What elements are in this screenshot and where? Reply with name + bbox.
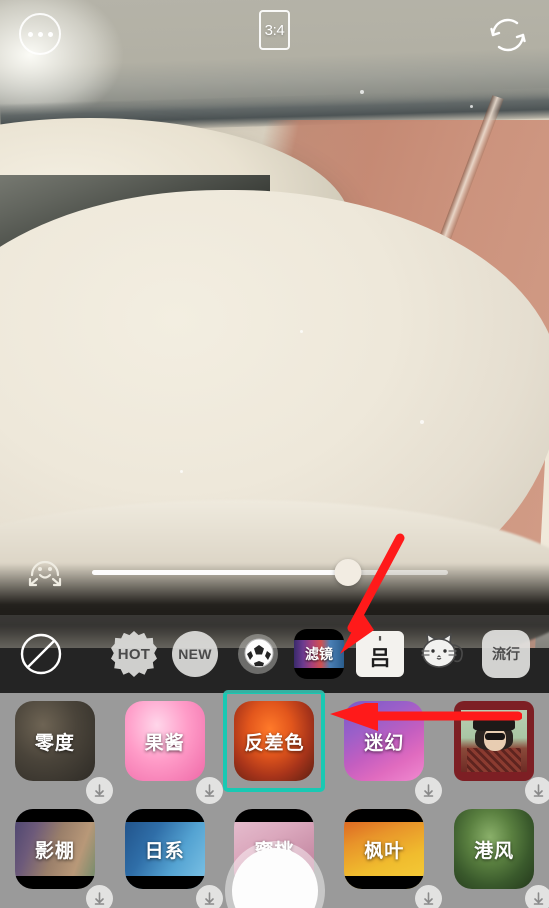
aspect-ratio-button[interactable]: 3:4 <box>259 10 290 50</box>
download-arrow-icon <box>423 784 434 797</box>
filter-thumbnail: 日系 <box>124 809 205 889</box>
filter-panel: 零度 果酱 反差色 迷幻 影棚 日系 枫叶 港风 <box>0 690 549 908</box>
download-arrow-icon <box>94 892 105 905</box>
filter-thumbnail: 港风 <box>454 809 535 889</box>
more-options-button[interactable] <box>19 13 61 55</box>
camera-filter-screen: 3:4 HOT NEW 滤镜 ▮ 吕 流行 零度 果酱 反差色 迷幻 影棚 日系… <box>0 0 549 908</box>
beauty-slider-fill <box>92 570 349 575</box>
filter-label: 影棚 <box>34 840 75 862</box>
filter-label: 迷幻 <box>364 732 405 754</box>
no-filter-icon <box>20 633 62 675</box>
beauty-slider-thumb[interactable] <box>334 559 362 586</box>
preview-speck <box>360 90 364 94</box>
filter-label: 果酱 <box>144 732 185 754</box>
download-arrow-icon <box>533 784 544 797</box>
category-trend-button[interactable]: 流行 <box>482 630 530 678</box>
ellipsis-icon <box>47 31 53 37</box>
filter-thumbnail: 零度 <box>14 701 95 781</box>
thumb-letterbox <box>14 809 95 822</box>
category-ball-button[interactable] <box>234 630 282 678</box>
filter-label: 港风 <box>474 840 515 862</box>
download-arrow-icon <box>423 892 434 905</box>
download-badge[interactable] <box>524 777 549 804</box>
filter-thumbnail: 枫叶 <box>344 809 425 889</box>
portrait-hat <box>473 713 516 731</box>
category-lv-label: 吕 <box>369 646 391 670</box>
download-arrow-icon <box>94 784 105 797</box>
category-trend-label: 流行 <box>492 646 520 662</box>
download-badge[interactable] <box>85 885 113 908</box>
beauty-adjust-row <box>0 543 549 599</box>
download-badge[interactable] <box>415 885 443 908</box>
face-slim-button[interactable] <box>22 549 68 595</box>
filter-item-jam[interactable]: 果酱 <box>110 701 223 804</box>
aspect-ratio-label: 3:4 <box>264 21 285 39</box>
category-hot-button[interactable]: HOT <box>111 631 157 677</box>
download-arrow-icon <box>533 892 544 905</box>
soccer-ball-icon <box>238 634 278 674</box>
category-lv-button[interactable]: ▮ 吕 <box>356 631 404 677</box>
download-badge[interactable] <box>85 777 113 804</box>
thumb-letterbox <box>344 809 425 822</box>
filter-item-studio[interactable]: 影棚 <box>0 809 113 908</box>
portrait-preview-icon <box>461 710 528 772</box>
download-badge[interactable] <box>195 777 223 804</box>
filter-label: 日系 <box>144 840 185 862</box>
category-filter-button[interactable]: 滤镜 <box>294 629 344 679</box>
preview-speck <box>420 420 424 424</box>
portrait-sunglasses <box>485 733 506 740</box>
ellipsis-icon <box>27 31 33 37</box>
thumb-letterbox <box>124 809 205 822</box>
top-bar: 3:4 <box>0 0 549 70</box>
filter-row: 零度 果酱 反差色 迷幻 <box>0 690 549 804</box>
filter-thumbnail <box>454 701 535 781</box>
category-none-button[interactable] <box>18 631 64 677</box>
camera-flip-icon <box>490 18 526 52</box>
category-new-button[interactable]: NEW <box>172 631 218 677</box>
portrait-body <box>467 748 522 772</box>
category-bar: HOT NEW 滤镜 ▮ 吕 流行 <box>0 615 549 693</box>
filter-item-maple[interactable]: 枫叶 <box>329 809 443 908</box>
filter-item-japan[interactable]: 日系 <box>110 809 223 908</box>
thumb-letterbox <box>124 876 205 889</box>
download-badge[interactable] <box>415 777 443 804</box>
filter-thumbnail: 迷幻 <box>344 701 425 781</box>
category-filter-label: 滤镜 <box>305 646 333 662</box>
download-badge[interactable] <box>195 885 223 908</box>
download-arrow-icon <box>204 892 214 905</box>
filter-label: 反差色 <box>244 732 305 754</box>
lv-logo-top-icon: ▮ <box>378 635 382 642</box>
download-arrow-icon <box>204 784 214 797</box>
filter-item-zero[interactable]: 零度 <box>0 701 113 804</box>
category-new-label: NEW <box>178 646 212 662</box>
cat-sticker-icon <box>421 633 463 668</box>
filter-item-photo[interactable] <box>439 701 549 804</box>
filter-thumbnail: 影棚 <box>14 809 95 889</box>
camera-flip-button[interactable] <box>485 12 531 58</box>
filter-label: 零度 <box>34 732 75 754</box>
beauty-slider[interactable] <box>92 559 448 586</box>
filter-item-contrast[interactable]: 反差色 <box>220 690 330 801</box>
thumb-letterbox <box>14 876 95 889</box>
category-hot-label: HOT <box>117 645 151 663</box>
filter-item-psych[interactable]: 迷幻 <box>329 701 443 804</box>
filter-thumbnail: 果酱 <box>124 701 205 781</box>
face-slim-icon <box>28 560 62 587</box>
filter-label: 枫叶 <box>364 840 405 862</box>
filter-item-hk[interactable]: 港风 <box>439 809 549 908</box>
download-badge[interactable] <box>524 885 549 908</box>
preview-speck <box>180 470 183 473</box>
preview-speck <box>300 330 303 333</box>
thumb-letterbox <box>234 809 315 822</box>
thumb-letterbox <box>344 876 425 889</box>
category-sticker-button[interactable] <box>416 629 470 679</box>
ellipsis-icon <box>37 31 43 37</box>
preview-speck <box>470 105 473 108</box>
